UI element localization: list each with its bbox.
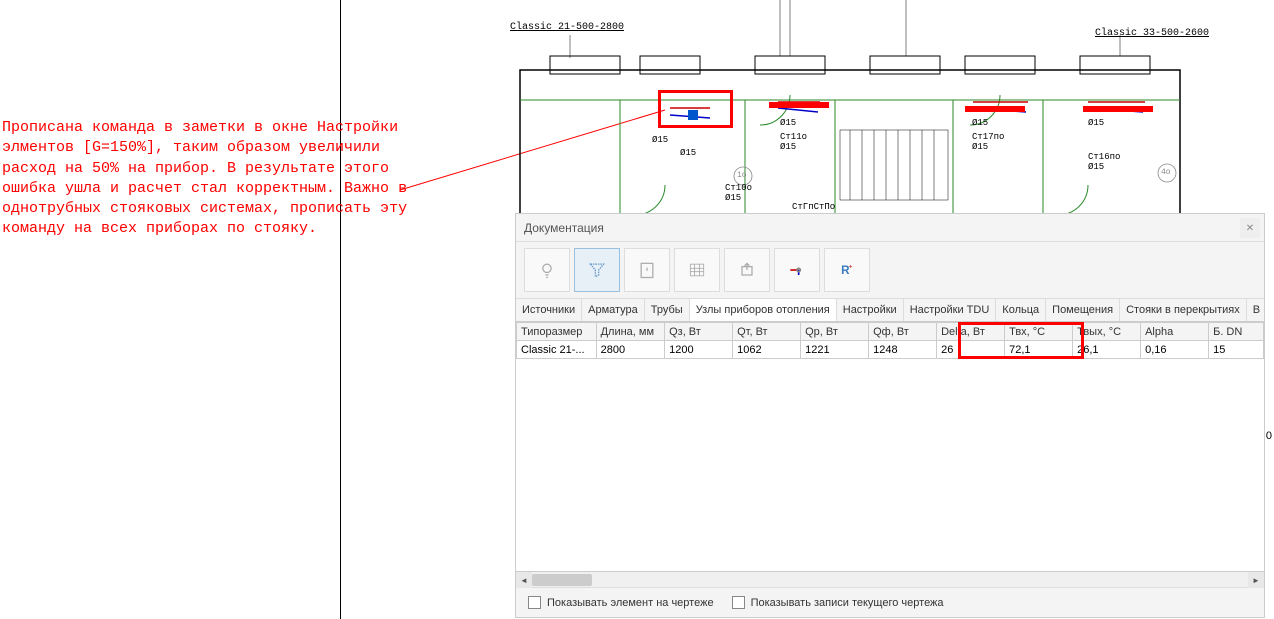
scroll-thumb[interactable] xyxy=(532,574,592,586)
table-container: Типоразмер Длина, мм Qз, Вт Qт, Вт Qр, В… xyxy=(516,322,1264,571)
tabs-row: Источники Арматура Трубы Узлы приборов о… xyxy=(516,298,1264,322)
col-length[interactable]: Длина, мм xyxy=(596,323,665,341)
col-qz[interactable]: Qз, Вт xyxy=(665,323,733,341)
table-header-row: Типоразмер Длина, мм Qз, Вт Qт, Вт Qр, В… xyxy=(517,323,1264,341)
cell-alpha[interactable]: 0,16 xyxy=(1141,341,1209,359)
tab-pipes[interactable]: Трубы xyxy=(645,299,690,321)
floor-plan-drawing: Classic 21-500-2800 Classic 33-500-2600 … xyxy=(350,0,1270,215)
cell-length[interactable]: 2800 xyxy=(596,341,665,359)
circ2: 4о xyxy=(1161,168,1171,177)
cell-delta[interactable]: 26 xyxy=(937,341,1005,359)
cell-tout[interactable]: 26,1 xyxy=(1073,341,1141,359)
col-delta[interactable]: Delta, Вт xyxy=(937,323,1005,341)
tab-more[interactable]: В xyxy=(1247,299,1264,321)
documentation-panel: Документация ✕ R+ Источники Арматура Тру… xyxy=(515,213,1265,618)
checkbox-show-on-drawing[interactable]: Показывать элемент на чертеже xyxy=(528,596,714,609)
tab-settings[interactable]: Настройки xyxy=(837,299,904,321)
toolbar-btn-revit[interactable]: R+ xyxy=(824,248,870,292)
label-h: Ø15 xyxy=(1088,118,1104,128)
label-e2: Ø15 xyxy=(780,142,796,152)
radiator-label-2: Classic 33-500-2600 xyxy=(1095,28,1209,39)
checkbox-label-1: Показывать элемент на чертеже xyxy=(547,597,714,609)
col-alpha[interactable]: Alpha xyxy=(1141,323,1209,341)
tab-rooms[interactable]: Помещения xyxy=(1046,299,1120,321)
table-row[interactable]: Classic 21-... 2800 1200 1062 1221 1248 … xyxy=(517,341,1264,359)
label-g: Ст17по xyxy=(972,132,1004,142)
toolbar-btn-pipe[interactable] xyxy=(774,248,820,292)
cell-bdn[interactable]: 15 xyxy=(1209,341,1264,359)
label-f: Ø15 xyxy=(972,118,988,128)
toolbar: R+ xyxy=(516,242,1264,298)
scroll-track[interactable] xyxy=(532,572,1248,587)
panel-title: Документация xyxy=(524,221,604,235)
label-g2: Ø15 xyxy=(972,142,988,152)
col-qf[interactable]: Qф, Вт xyxy=(869,323,937,341)
toolbar-btn-light[interactable] xyxy=(524,248,570,292)
scroll-right-btn[interactable]: ► xyxy=(1248,572,1264,588)
tab-armature[interactable]: Арматура xyxy=(582,299,645,321)
tab-settings-tdu[interactable]: Настройки TDU xyxy=(904,299,997,321)
col-type[interactable]: Типоразмер xyxy=(517,323,597,341)
svg-text:+: + xyxy=(849,263,853,270)
label-c: Ст10о xyxy=(725,183,752,193)
cell-qf[interactable]: 1248 xyxy=(869,341,937,359)
checkbox-show-current-drawing[interactable]: Показывать записи текущего чертежа xyxy=(732,596,944,609)
cell-type[interactable]: Classic 21-... xyxy=(517,341,597,359)
panel-footer: Показывать элемент на чертеже Показывать… xyxy=(516,587,1264,617)
cell-qr[interactable]: 1221 xyxy=(801,341,869,359)
label-e: Ст11о xyxy=(780,132,807,142)
stray-zero: 0 xyxy=(1266,430,1272,442)
circ1: 1о xyxy=(737,171,747,180)
toolbar-btn-grid[interactable] xyxy=(674,248,720,292)
tab-risers[interactable]: Стояки в перекрытиях xyxy=(1120,299,1247,321)
label-d: Ø15 xyxy=(780,118,796,128)
label-j: СтГпСтПо xyxy=(792,202,835,212)
data-table[interactable]: Типоразмер Длина, мм Qз, Вт Qт, Вт Qр, В… xyxy=(516,322,1264,359)
col-bdn[interactable]: Б. DN xyxy=(1209,323,1264,341)
col-tin[interactable]: Твх, °C xyxy=(1005,323,1073,341)
cell-qt[interactable]: 1062 xyxy=(733,341,801,359)
tab-heating-nodes[interactable]: Узлы приборов отопления xyxy=(690,299,837,322)
label-c2: Ø15 xyxy=(725,193,741,203)
label-i2: Ø15 xyxy=(1088,162,1104,172)
col-qt[interactable]: Qт, Вт xyxy=(733,323,801,341)
radiator-label-1: Classic 21-500-2800 xyxy=(510,22,624,33)
checkbox-icon[interactable] xyxy=(528,596,541,609)
tab-sources[interactable]: Источники xyxy=(516,299,582,321)
panel-header[interactable]: Документация ✕ xyxy=(516,214,1264,242)
horizontal-scrollbar[interactable]: ◄ ► xyxy=(516,571,1264,587)
toolbar-btn-export[interactable] xyxy=(724,248,770,292)
tab-rings[interactable]: Кольца xyxy=(996,299,1046,321)
toolbar-btn-warning[interactable] xyxy=(624,248,670,292)
close-button[interactable]: ✕ xyxy=(1240,218,1260,238)
vertical-divider xyxy=(340,0,341,619)
cell-qz[interactable]: 1200 xyxy=(665,341,733,359)
label-a: Ø15 xyxy=(652,135,668,145)
col-tout[interactable]: Твых, °C xyxy=(1073,323,1141,341)
col-qr[interactable]: Qр, Вт xyxy=(801,323,869,341)
checkbox-icon[interactable] xyxy=(732,596,745,609)
toolbar-btn-filter[interactable] xyxy=(574,248,620,292)
checkbox-label-2: Показывать записи текущего чертежа xyxy=(751,597,944,609)
label-i: Ст16по xyxy=(1088,152,1120,162)
cell-tin[interactable]: 72,1 xyxy=(1005,341,1073,359)
scroll-left-btn[interactable]: ◄ xyxy=(516,572,532,588)
label-b: Ø15 xyxy=(680,148,696,158)
